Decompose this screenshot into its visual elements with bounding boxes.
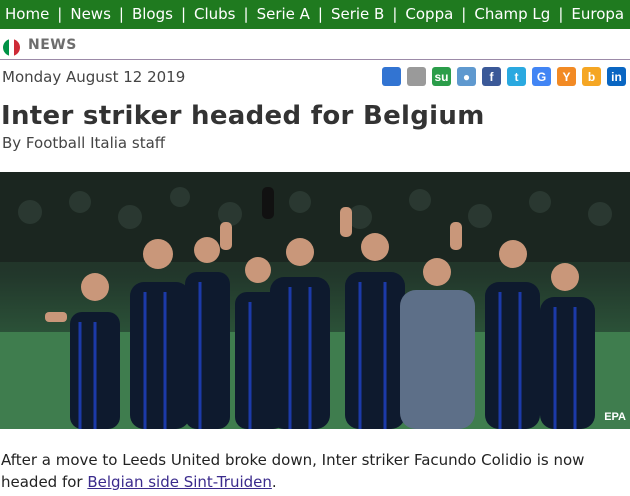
nav-item-serie-a[interactable]: Serie A <box>249 5 318 23</box>
byline: By Football Italia staff <box>2 134 166 152</box>
facebook-icon[interactable]: f <box>482 67 501 86</box>
nav-separator: | <box>243 5 249 23</box>
section-label: NEWS <box>28 37 77 53</box>
nav-item-coppa[interactable]: Coppa <box>397 5 461 23</box>
nav-item-champ-lg[interactable]: Champ Lg <box>466 5 558 23</box>
nav-item-europa[interactable]: Europa <box>563 5 630 23</box>
photo-illustration <box>0 172 630 429</box>
section-header: NEWS <box>0 35 630 60</box>
myspace-icon[interactable] <box>407 67 426 86</box>
nav-item-news[interactable]: News <box>62 5 119 23</box>
stumbleupon-icon[interactable]: su <box>432 67 451 86</box>
google-icon[interactable]: G <box>532 67 551 86</box>
sint-truiden-link[interactable]: Belgian side Sint-Truiden <box>87 473 272 491</box>
twitter-icon[interactable]: t <box>507 67 526 86</box>
italy-flag-icon <box>3 39 20 56</box>
article-photo: EPA <box>0 172 630 429</box>
top-navigation: Home | News | Blogs | Clubs | Serie A | Serie B | Co… <box>0 0 630 29</box>
photo-credit: EPA <box>604 411 626 423</box>
article-body-end: . <box>271 473 277 491</box>
share-toolbar: su ● f t G Yb in <box>382 67 626 86</box>
blogger-icon[interactable]: b <box>582 67 601 86</box>
linkedin-icon[interactable]: in <box>607 67 626 86</box>
nav-item-clubs[interactable]: Clubs <box>186 5 243 23</box>
yahoo-icon[interactable]: Y <box>557 67 576 86</box>
nav-item-serie-b[interactable]: Serie B <box>323 5 392 23</box>
delicious-icon[interactable] <box>382 67 401 86</box>
nav-item-blogs[interactable]: Blogs <box>124 5 181 23</box>
article-date: Monday August 12 2019 <box>2 68 186 86</box>
nav-item-home[interactable]: Home <box>0 5 57 23</box>
article-body: After a move to Leeds United broke down,… <box>1 449 626 493</box>
page-title: Inter striker headed for Belgium <box>1 101 485 131</box>
reddit-icon[interactable]: ● <box>457 67 476 86</box>
